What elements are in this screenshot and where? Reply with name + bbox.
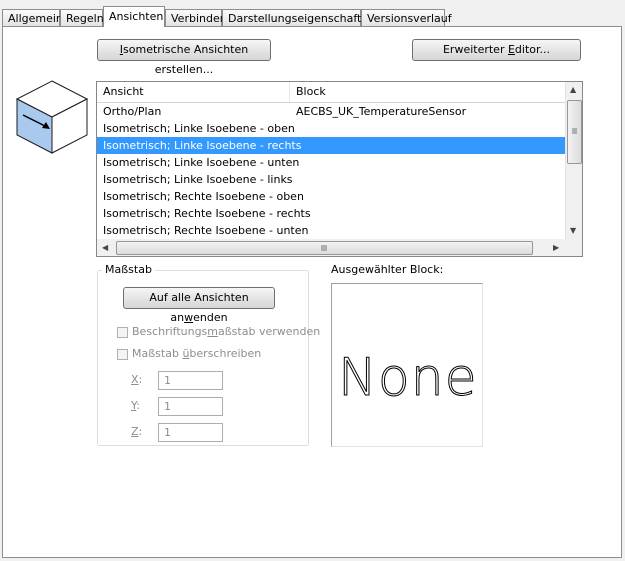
vertical-scrollbar[interactable]: ▲ ▼ (565, 82, 582, 239)
scroll-right-icon[interactable]: ▶ (553, 243, 559, 253)
scale-group: Maßstab Auf alle Ansichten anwenden Besc… (97, 263, 320, 446)
scroll-down-icon[interactable]: ▼ (570, 226, 576, 236)
create-isometric-views-button[interactable]: Isometrische Ansichten erstellen... (97, 39, 271, 76)
accelerator-w: w (184, 311, 194, 324)
list-item-selected[interactable]: Isometrisch; Linke Isoebene - rechts (97, 137, 565, 154)
preview-text: None (338, 348, 478, 409)
scroll-up-icon[interactable]: ▲ (570, 85, 576, 95)
list-item[interactable]: Isometrisch; Rechte Isoebene - unten (97, 222, 565, 239)
views-list[interactable]: Ansicht Block Ortho/Plan AECBS_UK_Temper… (96, 81, 583, 257)
button-label: Erweiterter (442, 43, 508, 56)
block-cell: AECBS_UK_TemperatureSensor (296, 105, 467, 118)
scale-group-title: Maßstab (102, 263, 155, 276)
view-cell: Isometrisch; Rechte Isoebene - unten (103, 224, 309, 237)
list-item[interactable]: Isometrisch; Rechte Isoebene - rechts (97, 205, 565, 222)
isometric-cube-icon (15, 80, 89, 154)
horizontal-scroll-thumb[interactable] (116, 241, 533, 255)
accelerator-e: E (507, 43, 515, 56)
tab-versionsverlauf[interactable]: Versionsverlauf (361, 9, 452, 26)
views-panel: Isometrische Ansichten erstellen... Erwe… (2, 26, 622, 558)
list-item[interactable]: Ortho/Plan AECBS_UK_TemperatureSensor (97, 103, 565, 120)
button-label: sometrische Ansichten erstellen... (123, 43, 249, 76)
grip-icon (572, 128, 577, 134)
view-cell: Isometrisch; Rechte Isoebene - rechts (103, 207, 311, 220)
use-annotation-scale-checkbox[interactable] (117, 327, 128, 338)
list-header: Ansicht Block (97, 82, 565, 103)
grip-icon (321, 245, 327, 251)
block-preview: None (331, 283, 483, 447)
view-cell: Isometrisch; Rechte Isoebene - oben (103, 190, 304, 203)
selected-block-label: Ausgewählter Block: (331, 263, 444, 276)
override-scale-label: Maßstab überschreiben (132, 347, 262, 360)
list-item[interactable]: Isometrisch; Linke Isoebene - links (97, 171, 565, 188)
list-item[interactable]: Isometrisch; Rechte Isoebene - oben (97, 188, 565, 205)
column-header-view[interactable]: Ansicht (97, 82, 290, 102)
apply-to-all-views-button[interactable]: Auf alle Ansichten anwenden (123, 287, 275, 324)
tab-darstellungseigenschaften[interactable]: Darstellungseigenschaften (222, 9, 375, 26)
button-label: ditor... (514, 43, 551, 56)
tab-allgemein[interactable]: Allgemein (2, 9, 63, 26)
x-scale-field[interactable]: 1 (158, 371, 223, 390)
view-cell: Isometrisch; Linke Isoebene - oben (103, 122, 295, 135)
tab-ansichten[interactable]: Ansichten (103, 6, 165, 27)
view-cell: Isometrisch; Linke Isoebene - rechts (103, 139, 302, 152)
vertical-scroll-thumb[interactable] (567, 100, 582, 164)
tab-regeln[interactable]: Regeln (60, 9, 104, 26)
view-cell: Ortho/Plan (103, 105, 162, 118)
x-label: X: (131, 373, 143, 386)
tab-bar: Allgemein Regeln Ansichten Verbinder Dar… (2, 6, 622, 28)
list-item[interactable]: Isometrisch; Linke Isoebene - unten (97, 154, 565, 171)
use-annotation-scale-label: Beschriftungsmaßstab verwenden (132, 325, 321, 338)
z-scale-field[interactable]: 1 (158, 423, 223, 442)
y-label: Y: (131, 399, 140, 412)
button-label: enden (193, 311, 228, 324)
z-label: Z: (131, 425, 143, 438)
override-scale-checkbox[interactable] (117, 349, 128, 360)
y-scale-field[interactable]: 1 (158, 397, 223, 416)
scrollbar-corner (565, 239, 582, 256)
horizontal-scrollbar[interactable]: ◀ ▶ (97, 239, 565, 256)
column-header-block[interactable]: Block (290, 82, 565, 102)
advanced-editor-button[interactable]: Erweiterter Editor... (412, 39, 581, 61)
view-cell: Isometrisch; Linke Isoebene - unten (103, 156, 300, 169)
tab-verbinder[interactable]: Verbinder (165, 9, 224, 26)
scroll-left-icon[interactable]: ◀ (102, 243, 108, 253)
view-cell: Isometrisch; Linke Isoebene - links (103, 173, 293, 186)
list-item[interactable]: Isometrisch; Linke Isoebene - oben (97, 120, 565, 137)
